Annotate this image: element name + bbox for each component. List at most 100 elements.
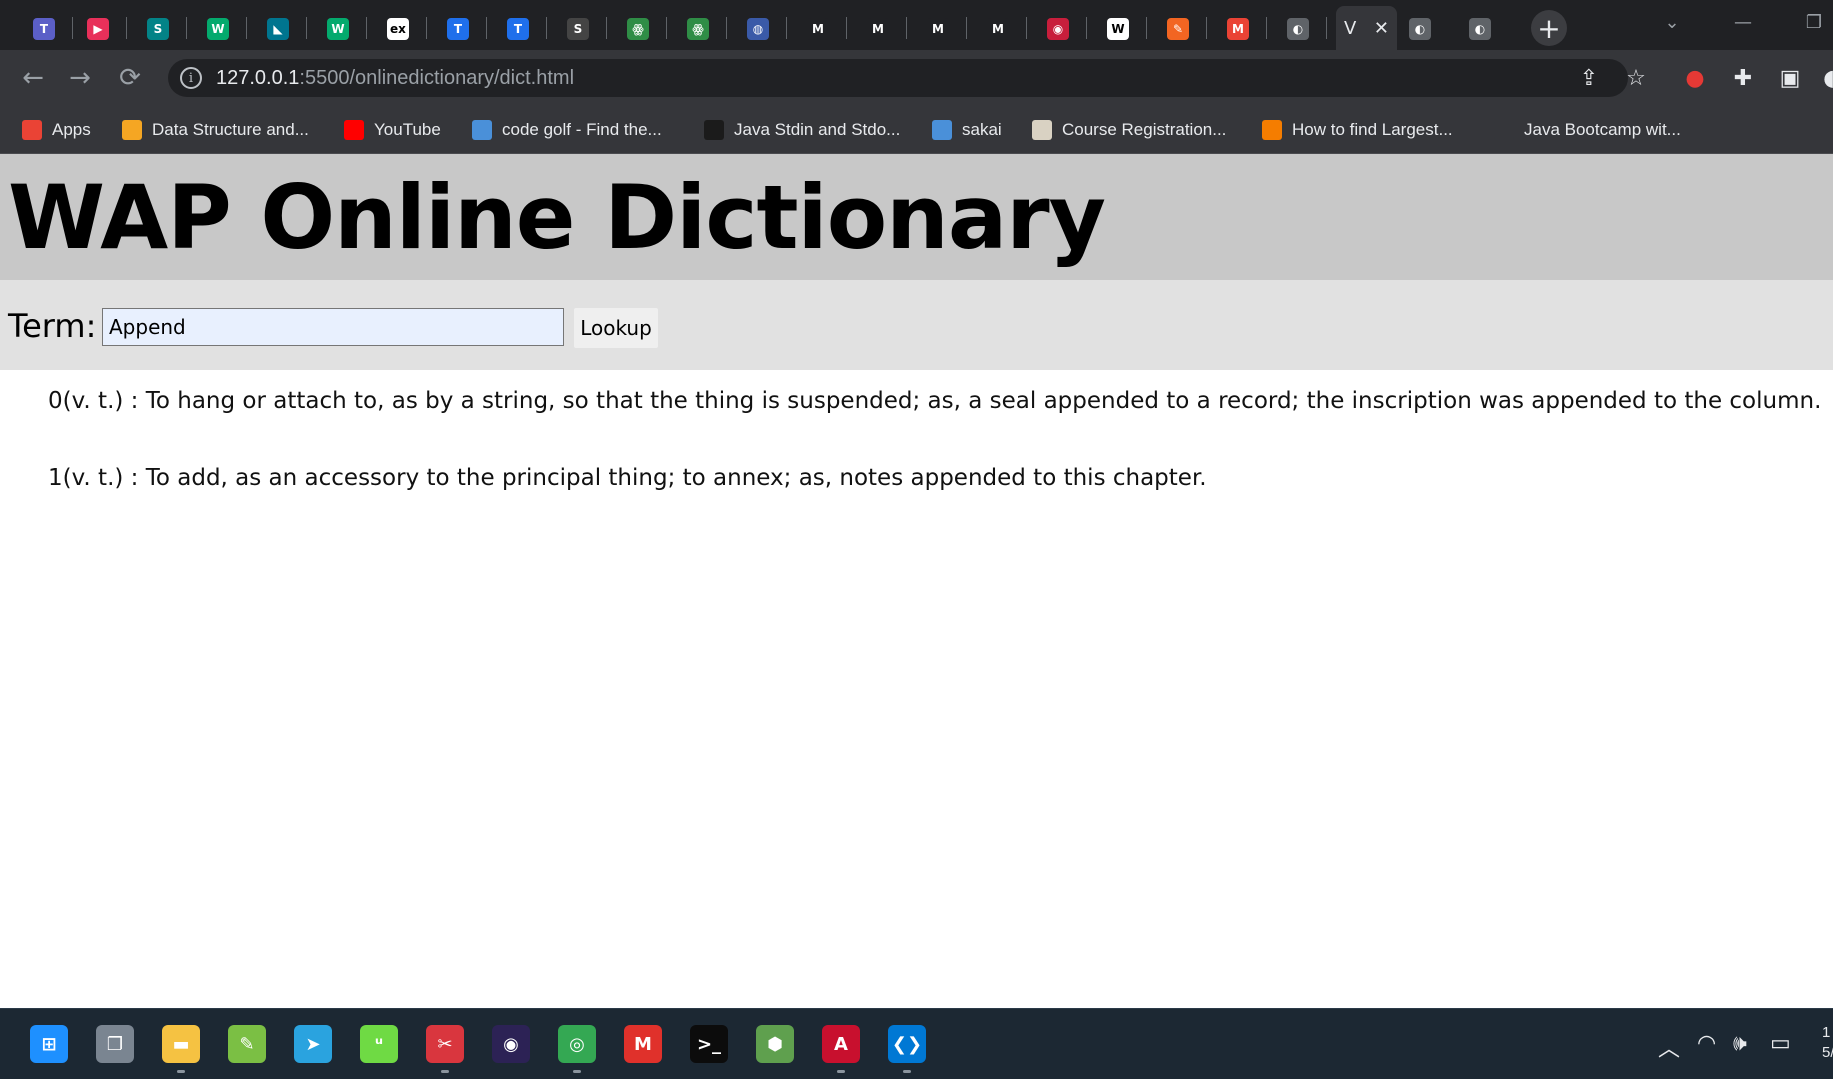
browser-tab[interactable]: M bbox=[796, 8, 840, 50]
browser-tab[interactable]: ◣ bbox=[256, 8, 300, 50]
browser-tab[interactable]: M bbox=[976, 8, 1020, 50]
nodejs-icon[interactable]: ⬢ bbox=[756, 1025, 794, 1063]
browser-tab[interactable]: ◐ bbox=[1398, 8, 1442, 50]
tab-search-icon[interactable]: ⌄ bbox=[1652, 0, 1692, 44]
eclipse-icon[interactable]: ◉ bbox=[492, 1025, 530, 1063]
windows-start-icon[interactable]: ⊞ bbox=[30, 1025, 68, 1063]
vscode-icon[interactable]: ❮❯ bbox=[888, 1025, 926, 1073]
browser-tab[interactable]: T bbox=[436, 8, 480, 50]
browser-tab[interactable]: ◉ bbox=[1036, 8, 1080, 50]
wifi-icon[interactable]: ◠ bbox=[1697, 1031, 1716, 1056]
tab-separator bbox=[1026, 17, 1027, 39]
browser-tab[interactable]: ꙮ bbox=[616, 8, 660, 50]
browser-tab[interactable]: W bbox=[316, 8, 360, 50]
browser-tab[interactable]: ▶ bbox=[76, 8, 120, 50]
browser-tab[interactable]: ◍ bbox=[736, 8, 780, 50]
bookmark-label: code golf - Find the... bbox=[502, 120, 662, 139]
restore-icon[interactable]: ❐ bbox=[1794, 0, 1833, 44]
telegram-icon[interactable]: ➤ bbox=[294, 1025, 332, 1063]
tab-separator bbox=[126, 17, 127, 39]
browser-tab[interactable]: W bbox=[1096, 8, 1140, 50]
teams-icon: T bbox=[33, 18, 55, 40]
taskbar: ︿ ◠ 🕪 ▭ 1 5/ ⊞ ❐ ▬ ✎ ➤ ᵘ ✂ ◉ ◎ M >_ ⬢ A ❮❯ bbox=[0, 1008, 1833, 1079]
browser-tab[interactable]: ꙮ bbox=[676, 8, 720, 50]
battery-icon[interactable]: ▭ bbox=[1770, 1031, 1791, 1056]
notepad-icon[interactable]: ✎ bbox=[228, 1025, 266, 1063]
back-button[interactable]: ← bbox=[13, 58, 53, 98]
snipping-tool-icon[interactable]: ✂ bbox=[426, 1025, 464, 1073]
browser-tab[interactable]: M bbox=[916, 8, 960, 50]
task-view-icon[interactable]: ❐ bbox=[96, 1025, 134, 1063]
bookmarks-bar: Apps Data Structure and... YouTube code gol… bbox=[0, 106, 1833, 154]
upwork-icon[interactable]: ᵘ bbox=[360, 1025, 398, 1063]
bookmark-item[interactable]: YouTube bbox=[344, 116, 441, 144]
browser-tab[interactable]: W bbox=[196, 8, 240, 50]
t-icon: T bbox=[447, 18, 469, 40]
browser-tab[interactable]: ◐ bbox=[1276, 8, 1320, 50]
browser-tab[interactable]: T bbox=[496, 8, 540, 50]
globe-icon: ◐ bbox=[1287, 18, 1309, 40]
term-input[interactable] bbox=[102, 308, 564, 346]
terminal-icon[interactable]: >_ bbox=[690, 1025, 728, 1063]
minimize-icon[interactable]: — bbox=[1723, 0, 1763, 44]
tab-separator bbox=[1266, 17, 1267, 39]
volume-icon[interactable]: 🕪 bbox=[1733, 1031, 1747, 1056]
bookmark-item[interactable]: Data Structure and... bbox=[122, 116, 309, 144]
browser-tab[interactable]: S bbox=[136, 8, 180, 50]
share-icon[interactable]: ⇪ bbox=[1575, 64, 1603, 92]
acrobat-icon[interactable]: A bbox=[822, 1025, 860, 1073]
reload-button[interactable]: ⟳ bbox=[110, 58, 150, 98]
tab-separator bbox=[966, 17, 967, 39]
tab-separator bbox=[1326, 17, 1327, 39]
bookmark-item[interactable]: Java Stdin and Stdo... bbox=[704, 116, 900, 144]
lookup-button[interactable]: Lookup bbox=[574, 308, 658, 348]
address-bar[interactable]: i 127.0.0.1:5500/onlinedictionary/dict.h… bbox=[168, 59, 1628, 97]
bookmark-item[interactable]: How to find Largest... bbox=[1262, 116, 1453, 144]
profile-icon[interactable]: ◖ bbox=[1815, 64, 1833, 92]
browser-tab[interactable]: ex bbox=[376, 8, 420, 50]
page-content: WAP Online Dictionary Term: Lookup 0(v. … bbox=[0, 154, 1833, 1008]
new-tab-button[interactable]: + bbox=[1531, 10, 1567, 46]
bookmark-item[interactable]: Apps bbox=[22, 116, 91, 144]
site-info-icon[interactable]: i bbox=[180, 67, 202, 89]
tab-separator bbox=[726, 17, 727, 39]
m-icon: M bbox=[867, 18, 889, 40]
clock[interactable]: 1 5/ bbox=[1822, 1023, 1833, 1063]
close-tab-icon[interactable]: ✕ bbox=[1374, 18, 1389, 39]
s-icon: S bbox=[567, 18, 589, 40]
browser-tab[interactable]: M bbox=[1216, 8, 1260, 50]
tab-separator bbox=[72, 17, 73, 39]
browser-tab[interactable]: ◐ bbox=[1458, 8, 1502, 50]
browser-tab[interactable]: T bbox=[22, 8, 66, 50]
browser-tab[interactable]: M bbox=[856, 8, 900, 50]
tab-separator bbox=[246, 17, 247, 39]
bootcamp-icon bbox=[1494, 120, 1514, 140]
bookmark-item[interactable]: code golf - Find the... bbox=[472, 116, 662, 144]
side-panel-icon[interactable]: ▣ bbox=[1776, 64, 1804, 92]
extensions-puzzle-icon[interactable]: ✚ bbox=[1729, 64, 1757, 92]
running-indicator bbox=[837, 1070, 845, 1073]
show-hidden-icons-icon[interactable]: ︿ bbox=[1658, 1031, 1680, 1063]
tab-separator bbox=[1206, 17, 1207, 39]
browser-tab[interactable]: ✎ bbox=[1156, 8, 1200, 50]
chrome-icon[interactable]: ◎ bbox=[558, 1025, 596, 1073]
extension-icon[interactable]: ● bbox=[1681, 64, 1709, 92]
mail-m-icon[interactable]: M bbox=[624, 1025, 662, 1063]
globe-icon: ◐ bbox=[1469, 18, 1491, 40]
bookmark-label: Data Structure and... bbox=[152, 120, 309, 139]
sharepoint-icon: S bbox=[147, 18, 169, 40]
definition-item: 0(v. t.) : To hang or attach to, as by a… bbox=[48, 388, 1822, 414]
bookmark-item[interactable]: Course Registration... bbox=[1032, 116, 1226, 144]
bookmark-label: Java Stdin and Stdo... bbox=[734, 120, 901, 139]
bookmark-item[interactable]: sakai bbox=[932, 116, 1002, 144]
tab-separator bbox=[186, 17, 187, 39]
bookmark-star-icon[interactable]: ☆ bbox=[1622, 64, 1650, 92]
bookmark-item[interactable]: Java Bootcamp wit... bbox=[1494, 116, 1681, 144]
browser-tab[interactable]: S bbox=[556, 8, 600, 50]
file-explorer-icon[interactable]: ▬ bbox=[162, 1025, 200, 1073]
bookmark-label: How to find Largest... bbox=[1292, 120, 1453, 139]
geeksforgeeks-icon: ꙮ bbox=[687, 18, 709, 40]
active-tab[interactable]: V ✕ bbox=[1336, 6, 1397, 50]
url-text[interactable]: 127.0.0.1:5500/onlinedictionary/dict.htm… bbox=[216, 67, 574, 90]
forward-button[interactable]: → bbox=[60, 58, 100, 98]
